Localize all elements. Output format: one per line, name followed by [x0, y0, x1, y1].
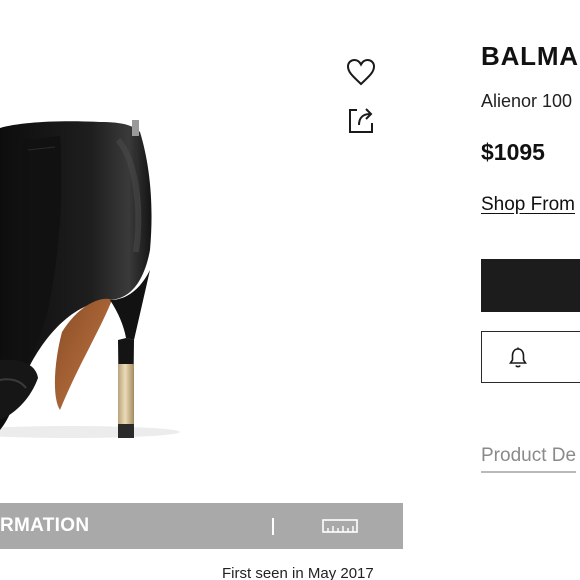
heart-icon[interactable]: [344, 55, 378, 89]
bell-icon: [509, 347, 527, 368]
primary-action-button[interactable]: [481, 259, 580, 312]
information-banner-label: RMATION: [0, 515, 90, 536]
share-icon[interactable]: [344, 103, 378, 137]
price-alert-button[interactable]: [481, 331, 580, 383]
information-banner[interactable]: RMATION: [0, 503, 403, 549]
brand-name[interactable]: BALMA: [481, 41, 579, 72]
product-image: [0, 0, 420, 500]
product-price: $1095: [481, 139, 545, 165]
shop-from-link[interactable]: Shop From: [481, 194, 575, 216]
tab-product-details[interactable]: Product De: [481, 445, 577, 473]
first-seen-date: First seen in May 2017: [222, 565, 374, 580]
banner-divider: [272, 518, 274, 535]
product-name: Alienor 100: [481, 91, 573, 111]
product-page: RMATION First seen in May 2017 BALMA Ali…: [0, 0, 580, 580]
ruler-icon[interactable]: [320, 515, 360, 537]
